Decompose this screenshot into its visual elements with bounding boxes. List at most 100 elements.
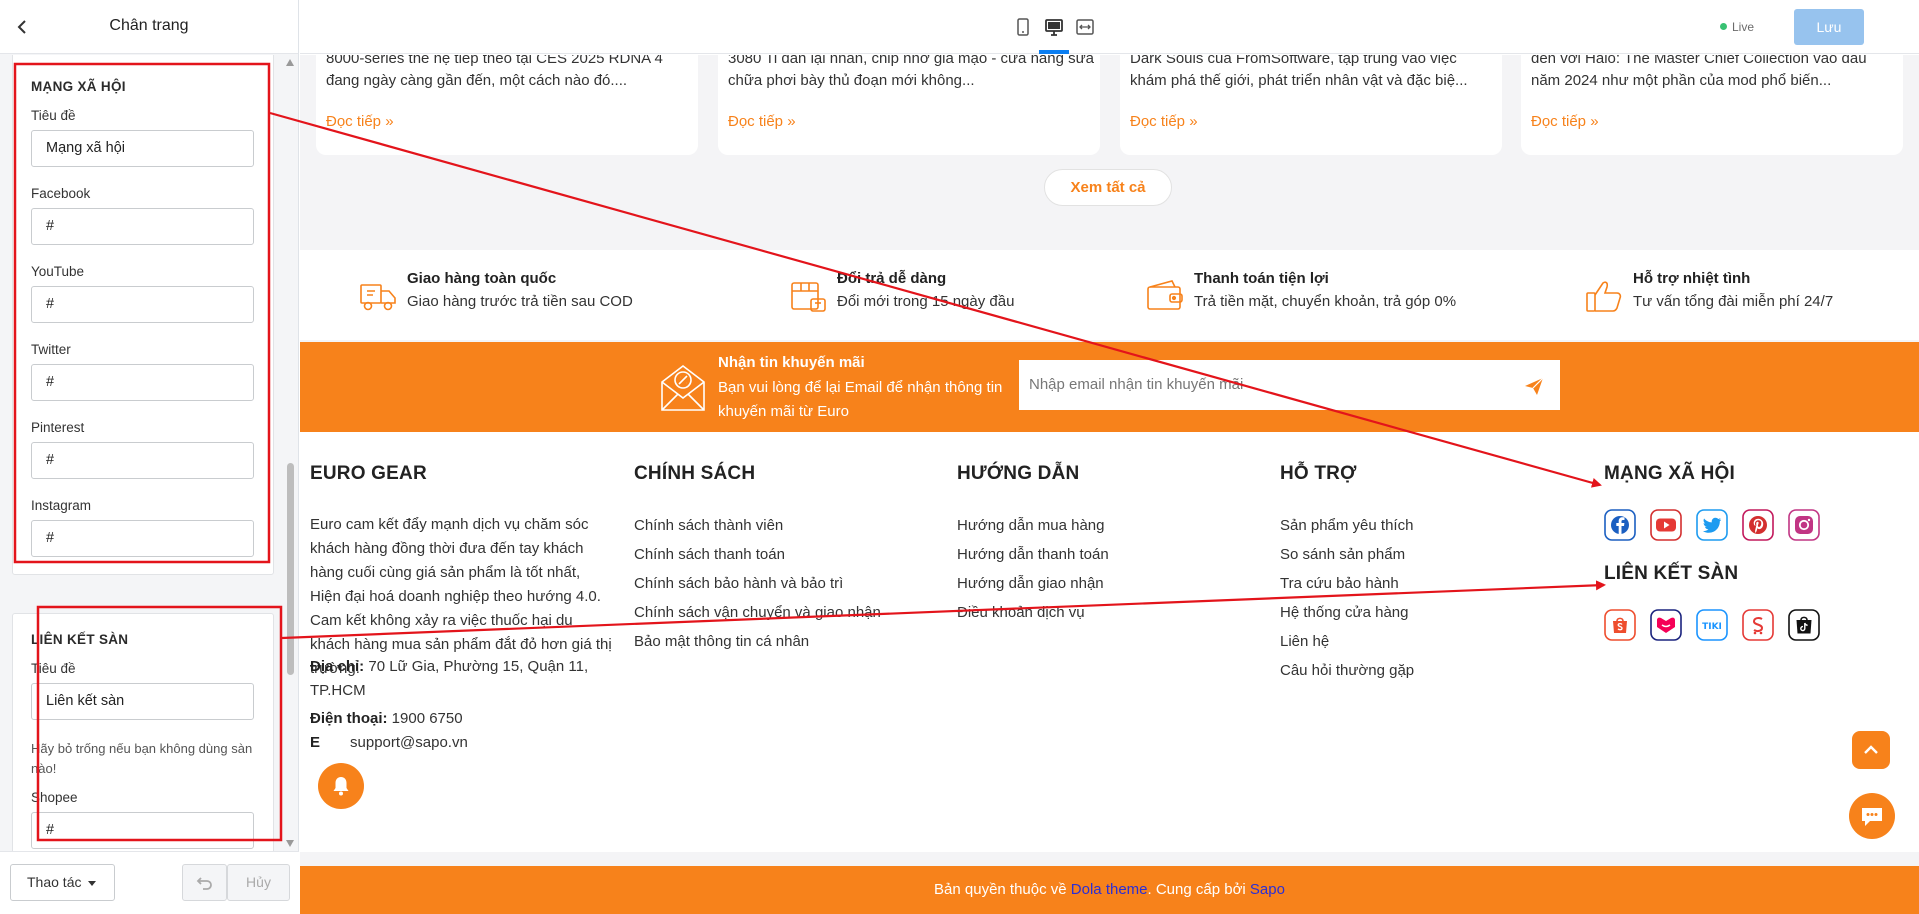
return-box-icon — [785, 273, 831, 319]
twitter-input[interactable]: # — [31, 364, 254, 401]
policy-link[interactable]: Chính sách thành viên — [634, 517, 783, 534]
social-heading: MẠNG XÃ HỘI — [1604, 463, 1735, 484]
editor-toolbar: Live Lưu — [300, 0, 1919, 54]
panel-footer: Thao tác Hủy — [0, 851, 299, 914]
panel-title: Chân trang — [109, 17, 189, 34]
policy-link[interactable]: Chính sách vận chuyển và giao nhận — [634, 604, 881, 621]
marketplace-section-title: LIÊN KẾT SÀN — [31, 632, 129, 647]
promo-envelope-icon — [658, 360, 708, 414]
bell-icon — [333, 777, 349, 796]
scrollbar-thumb[interactable] — [287, 463, 294, 675]
tiki-icon[interactable]: TIKI — [1696, 609, 1728, 641]
marketplace-section-card: LIÊN KẾT SÀN Tiêu đề Liên kết sàn Hãy bỏ… — [12, 613, 274, 851]
support-link[interactable]: Hệ thống cửa hàng — [1280, 604, 1408, 621]
blog-card[interactable]: đến với Halo: The Master Chief Collectio… — [1521, 55, 1903, 155]
blog-card[interactable]: 8000-series thế hệ tiếp theo tại CES 202… — [316, 55, 698, 155]
svg-text:TIKI: TIKI — [1702, 622, 1722, 632]
undo-button[interactable] — [182, 864, 227, 901]
dola-theme-link[interactable]: Dola theme — [1071, 881, 1148, 898]
feature-desc: Tư vấn tổng đài miễn phí 24/7 — [1633, 293, 1834, 310]
policy-link[interactable]: Chính sách bảo hành và bảo trì — [634, 575, 843, 592]
newsletter-title: Nhận tin khuyến mãi — [718, 354, 865, 371]
blog-card[interactable]: 3080 Ti dán lại nhãn, chip nhớ giả mạo -… — [718, 55, 1100, 155]
live-dot-icon — [1720, 23, 1727, 30]
marketplace-title-input[interactable]: Liên kết sàn — [31, 683, 254, 720]
scroll-down-arrow-icon[interactable] — [286, 840, 294, 847]
desktop-view-icon[interactable] — [1043, 16, 1065, 38]
store-preview: 8000-series thế hệ tiếp theo tại CES 202… — [300, 55, 1919, 914]
twitter-icon[interactable] — [1696, 509, 1728, 541]
sendo-icon[interactable] — [1742, 609, 1774, 641]
settings-scroll-area[interactable]: MẠNG XÃ HỘI Tiêu đề Mạng xã hội Facebook… — [0, 55, 299, 851]
footer-address: Địa chỉ: 70 Lữ Gia, Phường 15, Quận 11, … — [310, 658, 589, 699]
fullscreen-view-icon[interactable] — [1074, 16, 1096, 38]
instagram-icon[interactable] — [1788, 509, 1820, 541]
shopee-icon[interactable] — [1604, 609, 1636, 641]
support-link[interactable]: So sánh sản phẩm — [1280, 546, 1405, 563]
newsletter-bar: Nhận tin khuyến mãi Bạn vui lòng để lại … — [300, 342, 1919, 432]
facebook-icon[interactable] — [1604, 509, 1636, 541]
live-status: Live — [1720, 20, 1754, 34]
guide-link[interactable]: Hướng dẫn giao nhận — [957, 575, 1104, 592]
actions-dropdown-button[interactable]: Thao tác — [10, 864, 115, 901]
site-footer: EURO GEAR Euro cam kết đẩy mạnh dịch vụ … — [300, 432, 1919, 852]
blog-excerpt: 8000-series thế hệ tiếp theo tại CES 202… — [326, 55, 663, 89]
copyright-bar: Bản quyền thuộc về Dola theme. Cung cấp … — [300, 866, 1919, 914]
guide-link[interactable]: Điều khoản dịch vụ — [957, 604, 1085, 621]
cancel-button[interactable]: Hủy — [227, 864, 290, 901]
pinterest-icon[interactable] — [1742, 509, 1774, 541]
panel-scrollbar[interactable] — [285, 55, 295, 851]
youtube-icon[interactable] — [1650, 509, 1682, 541]
chat-icon — [1862, 808, 1882, 826]
footer-phone: Điện thoại: 1900 6750 — [310, 710, 463, 727]
mobile-view-icon[interactable] — [1012, 16, 1034, 38]
read-more-link[interactable]: Đọc tiếp » — [1130, 113, 1198, 130]
features-bar: Giao hàng toàn quốc Giao hàng trước trả … — [300, 250, 1919, 340]
send-icon[interactable] — [1523, 375, 1545, 397]
feature-title: Thanh toán tiện lợi — [1194, 270, 1329, 287]
undo-icon — [196, 876, 212, 890]
policy-link[interactable]: Chính sách thanh toán — [634, 546, 785, 563]
active-view-indicator — [1039, 50, 1069, 54]
youtube-input[interactable]: # — [31, 286, 254, 323]
see-all-button[interactable]: Xem tất cả — [1044, 169, 1172, 206]
feature-desc: Đổi mới trong 15 ngày đầu — [837, 293, 1015, 310]
newsletter-email-input[interactable]: Nhập email nhận tin khuyến mãi — [1019, 360, 1560, 410]
tiktok-shop-icon[interactable] — [1788, 609, 1820, 641]
lazada-icon[interactable] — [1650, 609, 1682, 641]
policy-heading: CHÍNH SÁCH — [634, 463, 756, 484]
guide-heading: HƯỚNG DẪN — [957, 463, 1080, 484]
chat-contact-button[interactable] — [1849, 793, 1895, 839]
sapo-link[interactable]: Sapo — [1250, 881, 1285, 898]
blog-excerpt: Dark Souls của FromSoftware, tập trung v… — [1130, 55, 1468, 89]
facebook-input[interactable]: # — [31, 208, 254, 245]
support-link[interactable]: Câu hỏi thường gặp — [1280, 662, 1414, 679]
read-more-link[interactable]: Đọc tiếp » — [326, 113, 394, 130]
save-button[interactable]: Lưu — [1794, 9, 1864, 45]
guide-link[interactable]: Hướng dẫn mua hàng — [957, 517, 1104, 534]
footer-brand: EURO GEAR — [310, 463, 427, 484]
pinterest-label: Pinterest — [31, 420, 85, 435]
chevron-up-icon — [1864, 745, 1878, 754]
shopee-input[interactable]: # — [31, 812, 254, 849]
back-to-top-button[interactable] — [1852, 731, 1890, 769]
read-more-link[interactable]: Đọc tiếp » — [1531, 113, 1599, 130]
policy-link[interactable]: Bảo mật thông tin cá nhân — [634, 633, 809, 650]
support-link[interactable]: Tra cứu bảo hành — [1280, 575, 1399, 592]
scroll-up-arrow-icon[interactable] — [286, 59, 294, 66]
settings-panel: Chân trang MẠNG XÃ HỘI Tiêu đề Mạng xã h… — [0, 0, 299, 914]
feature-desc: Giao hàng trước trả tiền sau COD — [407, 293, 633, 310]
support-link[interactable]: Liên hệ — [1280, 633, 1329, 650]
social-title-label: Tiêu đề — [31, 108, 76, 123]
support-link[interactable]: Sản phẩm yêu thích — [1280, 517, 1413, 534]
pinterest-input[interactable]: # — [31, 442, 254, 479]
read-more-link[interactable]: Đọc tiếp » — [728, 113, 796, 130]
instagram-input[interactable]: # — [31, 520, 254, 557]
notification-bell-button[interactable] — [318, 763, 364, 809]
feature-desc: Trả tiền mặt, chuyển khoản, trả góp 0% — [1194, 293, 1457, 310]
actions-label: Thao tác — [27, 874, 82, 890]
guide-link[interactable]: Hướng dẫn thanh toán — [957, 546, 1109, 563]
twitter-label: Twitter — [31, 342, 71, 357]
blog-card[interactable]: Dark Souls của FromSoftware, tập trung v… — [1120, 55, 1502, 155]
social-title-input[interactable]: Mạng xã hội — [31, 130, 254, 167]
